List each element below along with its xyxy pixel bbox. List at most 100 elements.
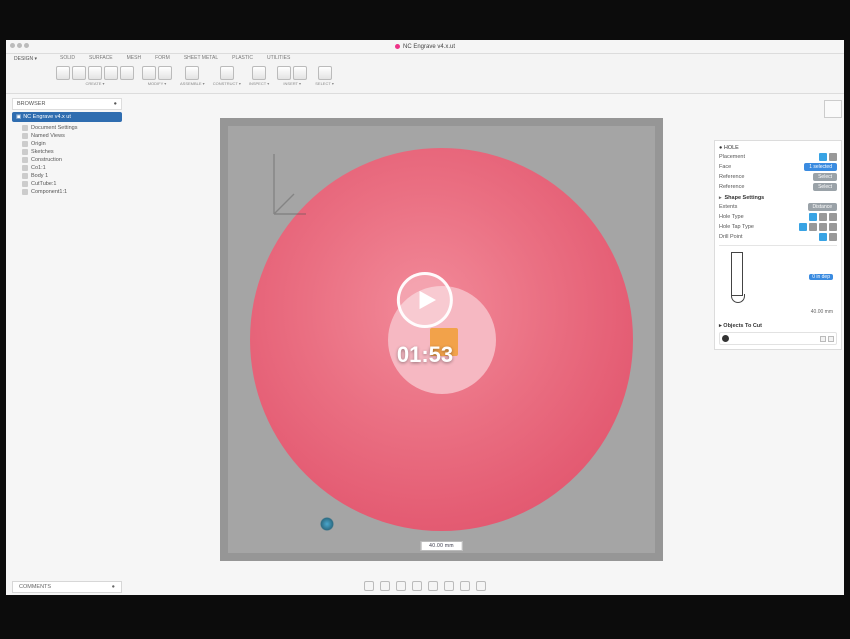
tool-icon[interactable] <box>56 66 70 80</box>
traffic-light-icon[interactable] <box>10 43 15 48</box>
tree-item[interactable]: Origin <box>22 140 122 148</box>
viewport-layout-icon[interactable] <box>476 581 486 591</box>
browser-collapse-icon[interactable]: ● <box>114 101 117 107</box>
hole-type-counterbore-icon[interactable] <box>819 213 827 221</box>
ribbon-group-label[interactable]: INSERT ▾ <box>283 81 301 86</box>
tool-icon[interactable] <box>220 66 234 80</box>
drill-flat-icon[interactable] <box>819 233 827 241</box>
origin-triad-icon <box>270 148 310 218</box>
grid-settings-icon[interactable] <box>460 581 470 591</box>
zoom-icon[interactable] <box>396 581 406 591</box>
comments-bar[interactable]: COMMENTS ● <box>12 581 122 593</box>
face-selection-chip[interactable]: 1 selected <box>804 163 837 171</box>
cancel-button[interactable] <box>828 336 834 342</box>
tree-item[interactable]: Sketches <box>22 148 122 156</box>
play-button[interactable] <box>397 272 453 328</box>
ribbon-group-label[interactable]: INSPECT ▾ <box>249 81 269 86</box>
tap-none-icon[interactable] <box>799 223 807 231</box>
ribbon-group-label[interactable]: ASSEMBLE ▾ <box>180 81 205 86</box>
hole-type-label: Hole Type <box>719 214 744 220</box>
shape-settings-header[interactable]: Shape Settings <box>719 195 837 201</box>
tab-form[interactable]: FORM <box>155 55 170 61</box>
drill-angle-icon[interactable] <box>829 233 837 241</box>
extents-dropdown[interactable]: Distance <box>808 203 837 211</box>
tool-icon[interactable] <box>72 66 86 80</box>
placement-single-icon[interactable] <box>819 153 827 161</box>
tree-item[interactable]: Construction <box>22 156 122 164</box>
object-bullet-icon <box>722 335 729 342</box>
tab-surface[interactable]: SURFACE <box>89 55 113 61</box>
tab-solid[interactable]: SOLID <box>60 55 75 61</box>
tool-icon[interactable] <box>318 66 332 80</box>
browser-panel: BROWSER ● ▣ NC Engrave v4.x ut Document … <box>12 98 122 196</box>
placement-multi-icon[interactable] <box>829 153 837 161</box>
browser-title: BROWSER <box>17 101 45 107</box>
model-viewport[interactable]: 40.00 mm <box>220 118 663 561</box>
manipulator-handle-icon[interactable] <box>320 517 334 531</box>
face-label: Face <box>719 164 731 170</box>
objects-to-cut-row <box>719 332 837 345</box>
tree-item[interactable]: Document Settings <box>22 124 122 132</box>
tool-icon[interactable] <box>88 66 102 80</box>
comments-collapse-icon[interactable]: ● <box>112 584 115 590</box>
browser-root-label: NC Engrave v4.x ut <box>23 114 71 120</box>
objects-to-cut-header[interactable]: ▸ Objects To Cut <box>719 323 837 329</box>
hole-dialog: ● HOLE Placement Face 1 selected Referen… <box>714 140 842 350</box>
hole-diagram: 0 in dep 40.00 mm <box>719 245 837 317</box>
browser-header[interactable]: BROWSER ● <box>12 98 122 110</box>
ribbon-group-label[interactable]: CREATE ▾ <box>85 81 104 86</box>
tool-icon[interactable] <box>277 66 291 80</box>
browser-root-node[interactable]: ▣ NC Engrave v4.x ut <box>12 112 122 122</box>
ribbon-group-select: SELECT ▾ <box>315 66 334 86</box>
tab-plastic[interactable]: PLASTIC <box>232 55 253 61</box>
ribbon-group-inspect: INSPECT ▾ <box>249 66 269 86</box>
tree-item[interactable]: Named Views <box>22 132 122 140</box>
tool-icon[interactable] <box>120 66 134 80</box>
tree-item[interactable]: CutTube:1 <box>22 180 122 188</box>
reference2-label: Reference <box>719 184 744 190</box>
tap-clearance-icon[interactable] <box>819 223 827 231</box>
tab-sheet-metal[interactable]: SHEET METAL <box>184 55 218 61</box>
viewcube-icon[interactable] <box>824 100 842 118</box>
tool-icon[interactable] <box>158 66 172 80</box>
traffic-light-icon[interactable] <box>17 43 22 48</box>
display-settings-icon[interactable] <box>444 581 454 591</box>
window-controls[interactable] <box>10 43 29 48</box>
comments-label: COMMENTS <box>19 584 51 590</box>
orbit-icon[interactable] <box>364 581 374 591</box>
reference-select-chip[interactable]: Select <box>813 173 837 181</box>
reference2-select-chip[interactable]: Select <box>813 183 837 191</box>
workspace-switcher[interactable]: DESIGN ▾ <box>14 56 37 62</box>
tool-icon[interactable] <box>185 66 199 80</box>
tool-icon[interactable] <box>142 66 156 80</box>
pan-icon[interactable] <box>380 581 390 591</box>
hole-type-countersink-icon[interactable] <box>829 213 837 221</box>
tool-icon[interactable] <box>104 66 118 80</box>
ribbon-group-label[interactable]: MODIFY ▾ <box>148 81 167 86</box>
ribbon-group-label[interactable]: SELECT ▾ <box>315 81 334 86</box>
dialog-footer-buttons <box>820 336 834 342</box>
tap-tapped-icon[interactable] <box>809 223 817 231</box>
ok-button[interactable] <box>820 336 826 342</box>
video-frame: NC Engrave v4.x.ut DESIGN ▾ SOLID SURFAC… <box>0 0 850 639</box>
tap-taper-icon[interactable] <box>829 223 837 231</box>
tab-utilities[interactable]: UTILITIES <box>267 55 290 61</box>
tree-item[interactable]: Co1:1 <box>22 164 122 172</box>
ribbon-group-label[interactable]: CONSTRUCT ▾ <box>213 81 241 86</box>
hole-type-simple-icon[interactable] <box>809 213 817 221</box>
tool-icon[interactable] <box>293 66 307 80</box>
ribbon-group-modify: MODIFY ▾ <box>142 66 172 86</box>
tree-item[interactable]: Body 1 <box>22 172 122 180</box>
ribbon-group-assemble: ASSEMBLE ▾ <box>180 66 205 86</box>
body-icon <box>22 173 28 179</box>
settings-icon <box>22 125 28 131</box>
traffic-light-icon[interactable] <box>24 43 29 48</box>
dialog-title: ● HOLE <box>719 145 837 151</box>
diameter-readout[interactable]: 40.00 mm <box>811 309 833 315</box>
tab-mesh[interactable]: MESH <box>127 55 141 61</box>
look-at-icon[interactable] <box>428 581 438 591</box>
dimension-input[interactable]: 40.00 mm <box>420 541 463 551</box>
tree-item[interactable]: Component1:1 <box>22 188 122 196</box>
tool-icon[interactable] <box>252 66 266 80</box>
fit-icon[interactable] <box>412 581 422 591</box>
